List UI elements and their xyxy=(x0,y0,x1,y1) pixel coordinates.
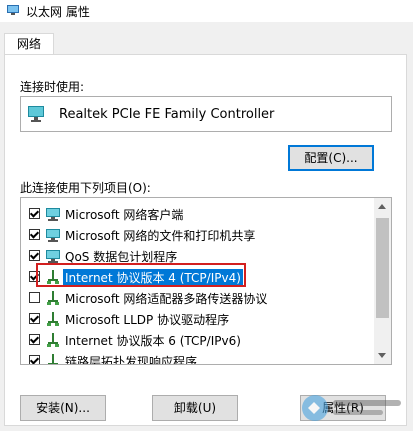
network-client-icon xyxy=(46,250,60,263)
network-client-icon xyxy=(46,229,60,242)
protocol-icon xyxy=(47,291,59,305)
item-checkbox[interactable] xyxy=(29,229,40,240)
adapter-display: Realtek PCIe FE Family Controller xyxy=(20,96,392,132)
item-checkbox[interactable] xyxy=(29,313,40,324)
list-item[interactable]: 链路层拓扑发现响应程序 xyxy=(21,351,371,365)
protocol-icon xyxy=(47,312,59,326)
adapter-name: Realtek PCIe FE Family Controller xyxy=(59,107,275,122)
scroll-thumb[interactable] xyxy=(376,218,389,318)
item-label: Microsoft 网络客户端 xyxy=(65,208,184,222)
list-item[interactable]: Microsoft 网络客户端 xyxy=(21,204,371,225)
window-title: 以太网 属性 xyxy=(26,5,90,19)
network-adapter-icon xyxy=(28,106,44,122)
configure-button-label: 配置(C)... xyxy=(304,151,358,165)
item-checkbox[interactable] xyxy=(29,334,40,345)
uninstall-button-label: 卸载(U) xyxy=(173,401,217,415)
list-item[interactable]: Internet 协议版本 6 (TCP/IPv6) xyxy=(21,330,371,351)
list-item[interactable]: Microsoft LLDP 协议驱动程序 xyxy=(21,309,371,330)
protocol-icon xyxy=(48,354,58,364)
item-label: Internet 协议版本 6 (TCP/IPv6) xyxy=(65,334,241,348)
install-button[interactable]: 安装(N)... xyxy=(20,395,106,421)
items-section-label: 此连接使用下列项目(O): xyxy=(20,181,151,195)
configure-button[interactable]: 配置(C)... xyxy=(288,145,374,171)
list-item[interactable]: Microsoft 网络的文件和打印机共享 xyxy=(21,225,371,246)
list-item[interactable]: Microsoft 网络适配器多路传送器协议 xyxy=(21,288,371,309)
item-label: Microsoft 网络适配器多路传送器协议 xyxy=(65,292,268,306)
tab-network-label: 网络 xyxy=(16,37,41,51)
network-client-icon xyxy=(46,208,60,221)
item-checkbox[interactable] xyxy=(29,292,40,303)
install-button-label: 安装(N)... xyxy=(36,401,90,415)
annotation-highlight-box xyxy=(36,263,246,287)
item-checkbox[interactable] xyxy=(29,355,40,364)
uninstall-button[interactable]: 卸载(U) xyxy=(152,395,238,421)
item-label: Microsoft LLDP 协议驱动程序 xyxy=(65,313,230,327)
list-scrollbar[interactable] xyxy=(374,198,391,364)
scroll-down-arrow-icon[interactable] xyxy=(378,353,386,358)
tab-network[interactable]: 网络 xyxy=(4,33,54,55)
network-app-icon xyxy=(7,5,19,15)
protocol-icon xyxy=(47,333,59,347)
watermark-logo xyxy=(302,395,401,421)
item-checkbox[interactable] xyxy=(29,250,40,261)
item-checkbox[interactable] xyxy=(29,208,40,219)
scroll-up-arrow-icon[interactable] xyxy=(378,204,386,209)
item-label: 链路层拓扑发现响应程序 xyxy=(65,355,198,365)
title-bar: 以太网 属性 xyxy=(0,0,413,22)
connect-using-label: 连接时使用: xyxy=(20,80,85,94)
item-label: Microsoft 网络的文件和打印机共享 xyxy=(65,229,256,243)
